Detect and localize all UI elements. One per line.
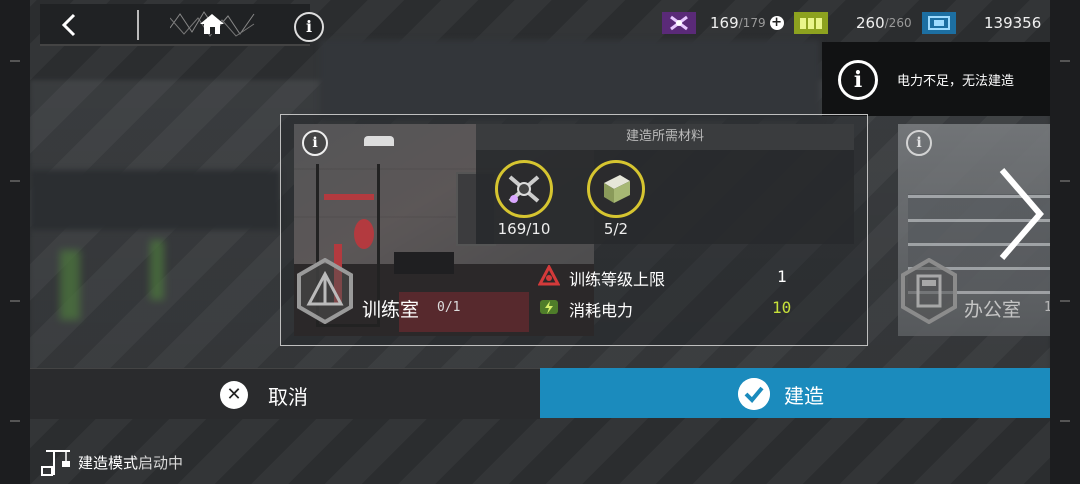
training-room-hex-icon	[297, 258, 353, 324]
stat-label-training: 训练等级上限	[569, 270, 666, 289]
cancel-label: 取消	[268, 385, 308, 409]
room-name: 训练室	[362, 299, 420, 321]
stat-value-training: 1	[777, 267, 787, 286]
materials-panel: 建造所需材料 169/10 5/2	[476, 124, 854, 244]
room-count: 1	[1044, 300, 1050, 315]
warning-text: 电力不足，无法建造	[897, 74, 1015, 89]
mode-label: 建造模式	[78, 453, 139, 472]
battery-max: /260	[884, 16, 912, 30]
crate-material-icon	[587, 160, 645, 218]
stat-label-power: 消耗电力	[569, 301, 634, 320]
resource-drone: 169 /179 +	[662, 10, 784, 36]
power-warning-tooltip: i 电力不足，无法建造	[822, 42, 1050, 116]
cancel-button[interactable]: ✕ 取消	[30, 368, 540, 419]
material-qty: 169/10	[497, 220, 551, 238]
close-icon: ✕	[220, 381, 248, 409]
nav-divider	[137, 10, 139, 40]
drone-count: 169	[710, 14, 739, 32]
info-button[interactable]: i	[294, 12, 324, 42]
check-icon	[738, 378, 770, 410]
info-icon: i	[838, 60, 878, 100]
left-frame	[0, 0, 30, 484]
battery-count: 260	[856, 14, 885, 32]
training-level-icon	[538, 265, 560, 286]
stat-value-power: 10	[772, 298, 792, 317]
room-info-icon[interactable]: i	[302, 130, 328, 156]
nav-box	[40, 4, 310, 46]
mode-status: 启动中	[138, 453, 184, 472]
drone-material-icon	[495, 160, 553, 218]
battery-icon	[794, 12, 828, 34]
add-drone-button[interactable]: +	[769, 16, 784, 30]
resource-battery: 260 /260	[794, 10, 912, 36]
data-chip-icon	[922, 12, 956, 34]
office-hex-icon	[901, 258, 957, 324]
drone-component-icon	[662, 12, 696, 34]
power-consume-icon	[540, 300, 558, 314]
chevron-right-icon[interactable]	[996, 166, 1046, 262]
right-frame	[1050, 0, 1080, 484]
resource-data: 139356	[922, 10, 1041, 36]
material-crate[interactable]: 5/2	[586, 160, 646, 238]
build-button[interactable]: 建造	[540, 368, 1050, 418]
home-icon[interactable]	[169, 8, 255, 40]
drone-max: /179	[738, 16, 766, 30]
crane-icon	[41, 450, 70, 476]
room-count: 0/1	[437, 300, 461, 315]
build-mode-indicator: 建造模式 启动中	[40, 446, 183, 478]
back-arrow-icon[interactable]	[56, 12, 84, 38]
build-label: 建造	[784, 384, 824, 408]
materials-header: 建造所需材料	[476, 124, 854, 150]
room-name: 办公室	[964, 299, 1022, 321]
lamp-icon	[364, 136, 394, 146]
material-qty: 5/2	[603, 220, 629, 238]
data-count: 139356	[984, 14, 1042, 32]
material-drone[interactable]: 169/10	[494, 160, 554, 238]
room-info-icon[interactable]: i	[906, 130, 932, 156]
